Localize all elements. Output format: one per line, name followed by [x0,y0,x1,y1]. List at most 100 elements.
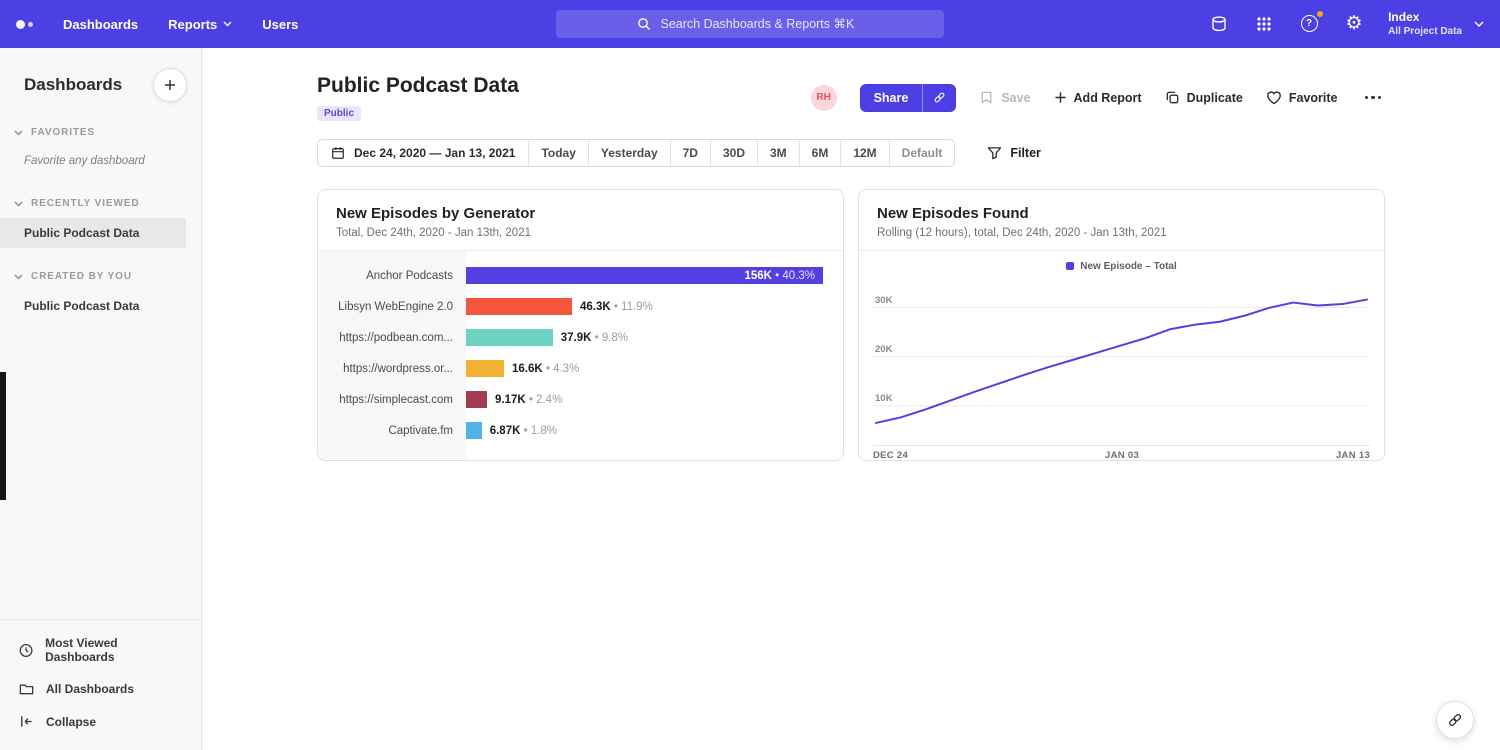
add-dashboard-button[interactable] [153,68,187,102]
date-preset-today[interactable]: Today [528,140,587,166]
all-dashboards-button[interactable]: All Dashboards [0,672,201,705]
global-search[interactable] [556,10,944,38]
collapse-sidebar-button[interactable]: Collapse [0,705,201,738]
card-subtitle: Rolling (12 hours), total, Dec 24th, 202… [877,227,1366,239]
legend-swatch [1066,262,1074,270]
visibility-badge: Public [317,106,361,121]
sidebar-item-public-podcast-data-created[interactable]: Public Podcast Data [0,291,201,321]
plus-icon [1054,91,1067,104]
bar-category-label: Anchor Podcasts [318,260,466,291]
calendar-icon [331,146,345,160]
project-name: Index [1388,10,1462,24]
date-presets: TodayYesterday7D30D3M6M12MDefault [528,140,954,166]
card-subtitle: Total, Dec 24th, 2020 - Jan 13th, 2021 [336,227,825,239]
nav-reports[interactable]: Reports [168,17,232,32]
chart-legend[interactable]: New Episode – Total [873,258,1370,274]
copy-link-fab[interactable] [1436,701,1474,739]
bar-category-label: https://podbean.com... [318,322,466,353]
duplicate-icon [1165,90,1180,105]
chevron-down-icon [14,201,23,207]
legend-label: New Episode – Total [1080,261,1177,272]
date-preset-3m[interactable]: 3M [757,140,799,166]
filter-button[interactable]: Filter [987,146,1041,160]
share-link-button[interactable] [922,84,956,112]
bar-value-label: 16.6K • 4.3% [512,363,579,375]
link-icon [1447,712,1463,728]
header-actions: RH Share Save Add Report [811,84,1385,112]
save-button[interactable]: Save [979,90,1030,105]
avatar[interactable]: RH [811,85,837,111]
line-plot-area[interactable]: 10K20K30K [873,278,1370,446]
date-preset-7d[interactable]: 7D [670,140,710,166]
sidebar-item-public-podcast-data[interactable]: Public Podcast Data [0,218,186,248]
top-nav: Dashboards Reports Users ? ⚙ Index All P… [0,0,1500,48]
duplicate-label: Duplicate [1187,91,1243,105]
share-button-group: Share [860,84,957,112]
bar-row: 9.17K • 2.4% [466,384,843,415]
line-chart: New Episode – Total 10K20K30K DEC 24 JAN… [859,251,1384,461]
bar-value-label: 9.17K • 2.4% [495,394,562,406]
bar-chart-labels: Anchor PodcastsLibsyn WebEngine 2.0https… [318,251,466,459]
topnav-right-cluster: ? ⚙ Index All Project Data [1206,10,1484,38]
brand-logo[interactable] [16,20,33,29]
card-new-episodes-by-generator: New Episodes by Generator Total, Dec 24t… [317,189,844,461]
heart-icon [1266,90,1282,105]
y-tick: 20K [875,344,892,355]
search-icon [637,17,651,31]
date-preset-30d[interactable]: 30D [710,140,757,166]
help-icon[interactable]: ? [1296,11,1322,37]
add-report-button[interactable]: Add Report [1054,91,1142,105]
bar-segment[interactable] [466,391,487,408]
footer-item-label: Collapse [46,715,96,729]
date-preset-6m[interactable]: 6M [799,140,841,166]
data-management-icon[interactable] [1206,11,1232,37]
y-tick: 30K [875,295,892,306]
section-label: FAVORITES [31,127,95,138]
search-input[interactable] [659,16,864,32]
bar-segment[interactable] [466,329,553,346]
sidebar-section-created-by-you[interactable]: CREATED BY YOU [0,262,201,291]
main-area: Public Podcast Data Public RH Share Save [202,48,1500,750]
bar-segment[interactable] [466,360,504,377]
favorite-button[interactable]: Favorite [1266,90,1338,105]
apps-grid-icon[interactable] [1251,11,1277,37]
project-subtitle: All Project Data [1388,26,1462,38]
favorite-label: Favorite [1289,91,1338,105]
nav-dashboards-label: Dashboards [63,17,138,32]
nav-reports-label: Reports [168,17,217,32]
nav-dashboards[interactable]: Dashboards [63,17,138,32]
save-label: Save [1001,91,1030,105]
link-icon [933,91,946,104]
chevron-down-icon [14,130,23,136]
x-tick: DEC 24 [873,450,908,461]
left-edge-scrollbar[interactable] [0,372,6,500]
bar-category-label: Captivate.fm [318,415,466,446]
most-viewed-icon [18,642,34,659]
bar-segment[interactable] [466,422,482,439]
chevron-down-icon [14,274,23,280]
date-range-label: Dec 24, 2020 — Jan 13, 2021 [354,146,515,160]
date-preset-default[interactable]: Default [889,140,955,166]
bar-segment[interactable] [466,298,572,315]
settings-gear-icon[interactable]: ⚙ [1341,11,1367,37]
nav-users[interactable]: Users [262,17,298,32]
card-title: New Episodes by Generator [336,205,825,222]
share-button[interactable]: Share [860,84,923,112]
bar-chart: Anchor PodcastsLibsyn WebEngine 2.0https… [318,251,843,459]
card-title: New Episodes Found [877,205,1366,222]
section-label: RECENTLY VIEWED [31,198,140,209]
duplicate-button[interactable]: Duplicate [1165,90,1243,105]
date-preset-12m[interactable]: 12M [840,140,888,166]
project-selector[interactable]: Index All Project Data [1388,10,1484,38]
sidebar-section-recently-viewed[interactable]: RECENTLY VIEWED [0,189,201,218]
bar-segment[interactable]: 156K • 40.3% [466,267,823,284]
chevron-down-icon [223,21,232,27]
date-range-picker[interactable]: Dec 24, 2020 — Jan 13, 2021 [318,140,528,166]
sidebar-section-favorites[interactable]: FAVORITES [0,118,201,147]
more-options-button[interactable] [1361,92,1386,104]
most-viewed-dashboards-button[interactable]: Most Viewed Dashboards [0,628,201,672]
bar-row: 37.9K • 9.8% [466,322,843,353]
sidebar-footer: Most Viewed Dashboards All Dashboards Co… [0,619,201,750]
date-toolbar: Dec 24, 2020 — Jan 13, 2021 TodayYesterd… [317,139,1385,167]
date-preset-yesterday[interactable]: Yesterday [588,140,670,166]
